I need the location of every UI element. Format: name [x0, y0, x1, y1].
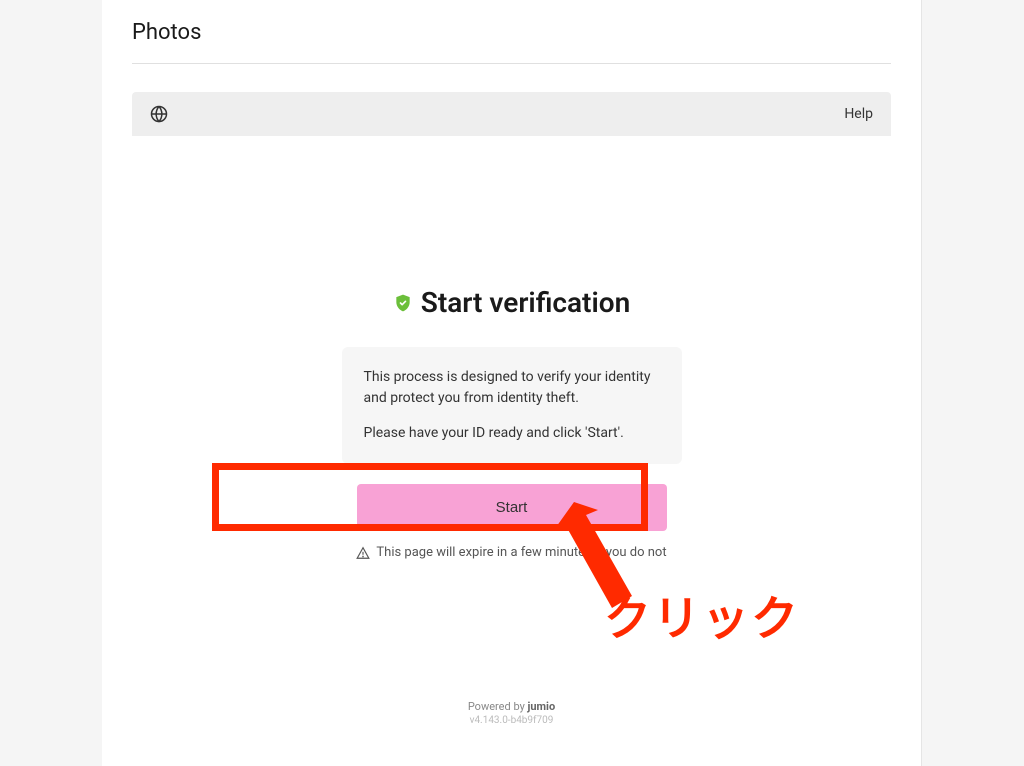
- powered-prefix: Powered by: [468, 700, 528, 713]
- verification-title: Start verification: [421, 286, 630, 319]
- section-title: Photos: [132, 20, 891, 45]
- powered-brand: jumio: [528, 700, 556, 713]
- version-text: v4.143.0-b4b9f709: [162, 715, 861, 726]
- footer-branding: Powered by jumio v4.143.0-b4b9f709: [162, 700, 861, 726]
- warning-icon: [356, 546, 370, 560]
- globe-icon: [150, 105, 168, 123]
- page-container: Photos Help Start verif: [102, 0, 922, 766]
- info-text-1: This process is designed to verify your …: [364, 367, 660, 409]
- section-divider: [132, 63, 891, 64]
- help-link[interactable]: Help: [844, 106, 873, 122]
- expire-warning: This page will expire in a few minutes i…: [162, 545, 861, 560]
- verification-frame: Help Start verification This process is …: [132, 92, 891, 746]
- info-text-2: Please have your ID ready and click 'Sta…: [364, 423, 660, 444]
- language-selector[interactable]: [150, 105, 168, 123]
- frame-body: Start verification This process is desig…: [132, 136, 891, 746]
- shield-check-icon: [393, 293, 413, 313]
- expire-text: This page will expire in a few minutes i…: [376, 545, 666, 560]
- powered-by: Powered by jumio: [162, 700, 861, 713]
- frame-header: Help: [132, 92, 891, 136]
- info-box: This process is designed to verify your …: [342, 347, 682, 464]
- start-button[interactable]: Start: [357, 484, 667, 531]
- verification-title-row: Start verification: [162, 286, 861, 319]
